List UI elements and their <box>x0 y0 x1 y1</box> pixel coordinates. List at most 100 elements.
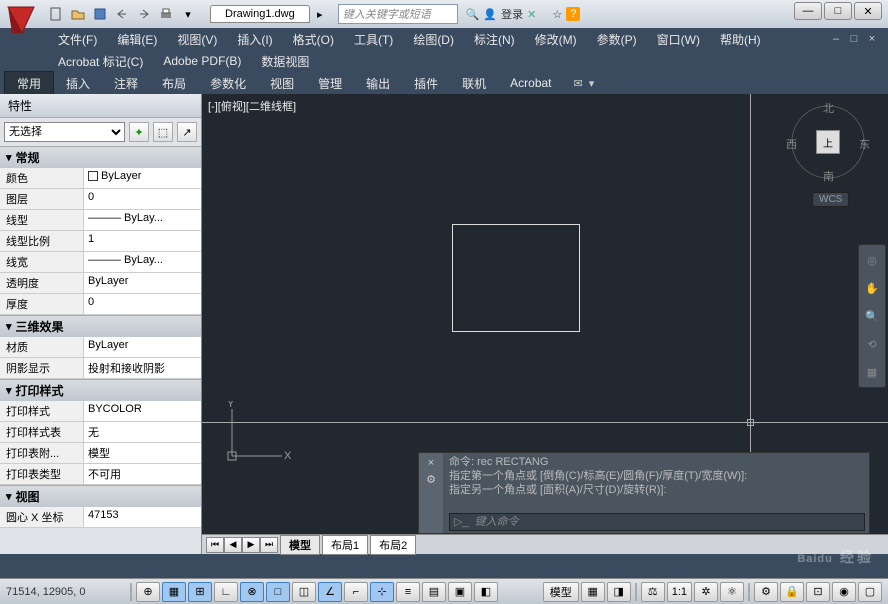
prop-value[interactable]: 无 <box>84 422 201 442</box>
ribbon-tab[interactable]: 管理 <box>306 72 354 95</box>
mdi-close-icon[interactable]: × <box>864 32 880 46</box>
nav-zoom-icon[interactable]: 🔍 <box>861 305 883 327</box>
ortho-icon[interactable]: ∟ <box>214 582 238 602</box>
new-icon[interactable] <box>46 4 66 24</box>
close-button[interactable]: ✕ <box>854 2 882 20</box>
viewcube-south[interactable]: 南 <box>823 168 834 184</box>
menu-item[interactable]: 编辑(E) <box>109 29 165 50</box>
mail-icon[interactable]: ✉ <box>574 77 583 90</box>
ribbon-tab[interactable]: 联机 <box>450 72 498 95</box>
hardware-icon[interactable]: ⊡ <box>806 582 830 602</box>
section-header[interactable]: ▾三维效果 <box>0 316 201 337</box>
ribbon-tab[interactable]: 参数化 <box>198 72 258 95</box>
menu-item[interactable]: 文件(F) <box>50 29 105 50</box>
menu-item[interactable]: 窗口(W) <box>649 29 708 50</box>
osnap-icon[interactable]: □ <box>266 582 290 602</box>
otrack-icon[interactable]: ∠ <box>318 582 342 602</box>
doc-dropdown-icon[interactable]: ▸ <box>310 4 330 24</box>
prop-value[interactable]: ——— ByLay... <box>84 210 201 230</box>
menu-item[interactable]: 插入(I) <box>229 29 280 50</box>
mdi-min-icon[interactable]: – <box>828 32 844 46</box>
user-icon[interactable]: 👤 <box>483 8 497 21</box>
coordinates[interactable]: 71514, 12905, 0 <box>6 586 126 598</box>
menu-item[interactable]: 参数(P) <box>589 29 645 50</box>
ribbon-tab[interactable]: 布局 <box>150 72 198 95</box>
maximize-button[interactable]: □ <box>824 2 852 20</box>
command-handle[interactable]: × ⚙ <box>419 453 443 533</box>
document-tab[interactable]: Drawing1.dwg <box>210 5 310 23</box>
tab-layout1[interactable]: 布局1 <box>322 535 368 555</box>
open-icon[interactable] <box>68 4 88 24</box>
property-row[interactable]: 圆心 X 坐标47153 <box>0 507 201 528</box>
property-row[interactable]: 线型比例1 <box>0 231 201 252</box>
nav-wheel-icon[interactable]: ◎ <box>861 249 883 271</box>
viewcube-east[interactable]: 东 <box>859 136 870 152</box>
ribbon-tab[interactable]: 视图 <box>258 72 306 95</box>
save-icon[interactable] <box>90 4 110 24</box>
isolate-icon[interactable]: ◉ <box>832 582 856 602</box>
property-row[interactable]: 线型——— ByLay... <box>0 210 201 231</box>
menu-item[interactable]: Adobe PDF(B) <box>155 52 249 70</box>
tab-first-icon[interactable]: ⏮ <box>206 537 224 553</box>
infer-icon[interactable]: ⊕ <box>136 582 160 602</box>
menu-item[interactable]: 绘图(D) <box>405 29 462 50</box>
nav-pan-icon[interactable]: ✋ <box>861 277 883 299</box>
tab-layout2[interactable]: 布局2 <box>370 535 416 555</box>
property-row[interactable]: 透明度ByLayer <box>0 273 201 294</box>
help-icon[interactable]: ? <box>566 7 580 21</box>
property-row[interactable]: 颜色ByLayer <box>0 168 201 189</box>
prop-value[interactable]: BYCOLOR <box>84 401 201 421</box>
favorite-icon[interactable]: ☆ <box>552 8 562 21</box>
prop-value[interactable]: 模型 <box>84 443 201 463</box>
qp-icon[interactable]: ▣ <box>448 582 472 602</box>
property-row[interactable]: 厚度0 <box>0 294 201 315</box>
layout-quick-icon[interactable]: ▦ <box>581 582 605 602</box>
property-row[interactable]: 阴影显示投射和接收阴影 <box>0 358 201 379</box>
tab-model[interactable]: 模型 <box>280 535 320 555</box>
menu-item[interactable]: 格式(O) <box>285 29 342 50</box>
snap-icon[interactable]: ▦ <box>162 582 186 602</box>
undo-icon[interactable] <box>112 4 132 24</box>
lock-icon[interactable]: 🔒 <box>780 582 804 602</box>
grid-icon[interactable]: ⊞ <box>188 582 212 602</box>
prop-value[interactable]: ByLayer <box>84 337 201 357</box>
search-input[interactable]: 键入关键字或短语 <box>338 4 458 24</box>
exchange-icon[interactable]: ✕ <box>527 8 536 21</box>
tab-last-icon[interactable]: ⏭ <box>260 537 278 553</box>
annoauto-icon[interactable]: ⚛ <box>720 582 744 602</box>
ribbon-tab[interactable]: 插入 <box>54 72 102 95</box>
polar-icon[interactable]: ⊗ <box>240 582 264 602</box>
annoscale-icon[interactable]: ⚖ <box>641 582 665 602</box>
property-row[interactable]: 打印样式表无 <box>0 422 201 443</box>
viewport-label[interactable]: [-][俯视][二维线框] <box>208 98 296 114</box>
viewcube[interactable]: 北 南 东 西 上 WCS <box>788 102 868 182</box>
cmd-close-icon[interactable]: × <box>428 457 434 469</box>
app-logo[interactable] <box>4 3 40 39</box>
3dosnap-icon[interactable]: ◫ <box>292 582 316 602</box>
prop-value[interactable]: 投射和接收阴影 <box>84 358 201 378</box>
property-row[interactable]: 图层0 <box>0 189 201 210</box>
search-icon[interactable]: 🔍 <box>466 8 480 21</box>
command-input[interactable]: ▷_ 键入命令 <box>449 513 865 531</box>
menu-item[interactable]: 标注(N) <box>466 29 523 50</box>
quickselect-icon[interactable]: ✦ <box>129 122 149 142</box>
viewcube-north[interactable]: 北 <box>823 100 834 116</box>
prop-value[interactable]: ByLayer <box>84 273 201 293</box>
property-row[interactable]: 打印样式BYCOLOR <box>0 401 201 422</box>
property-row[interactable]: 线宽——— ByLay... <box>0 252 201 273</box>
annovis-icon[interactable]: ✲ <box>694 582 718 602</box>
ribbon-expand-icon[interactable]: ▾ <box>583 77 601 90</box>
tab-next-icon[interactable]: ▶ <box>242 537 260 553</box>
tab-prev-icon[interactable]: ◀ <box>224 537 242 553</box>
tpy-icon[interactable]: ▤ <box>422 582 446 602</box>
ribbon-tab[interactable]: 插件 <box>402 72 450 95</box>
wcs-badge[interactable]: WCS <box>812 192 849 207</box>
prop-value[interactable]: ——— ByLay... <box>84 252 201 272</box>
menu-item[interactable]: 工具(T) <box>346 29 401 50</box>
property-row[interactable]: 材质ByLayer <box>0 337 201 358</box>
ribbon-tab[interactable]: Acrobat <box>498 73 563 93</box>
ribbon-tab[interactable]: 输出 <box>354 72 402 95</box>
property-row[interactable]: 打印表类型不可用 <box>0 464 201 485</box>
nav-showmotion-icon[interactable]: ▦ <box>861 361 883 383</box>
qat-dropdown-icon[interactable]: ▾ <box>178 4 198 24</box>
